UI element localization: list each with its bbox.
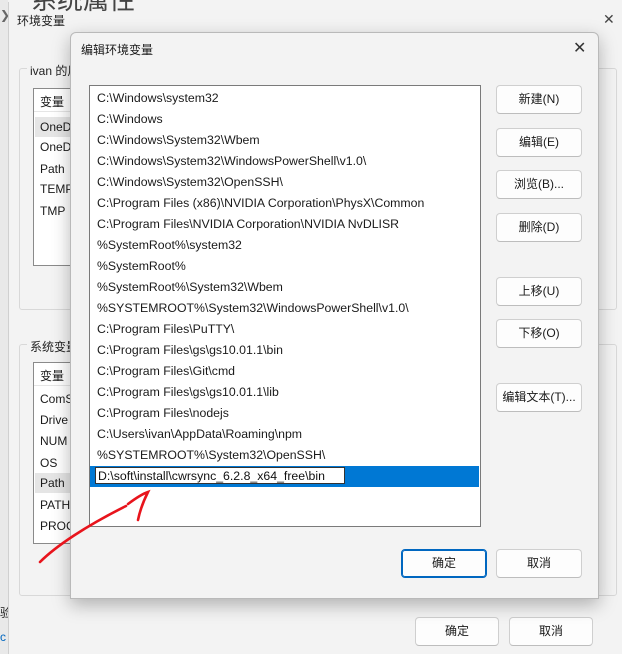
list-item[interactable]: %SystemRoot% (97, 256, 186, 277)
edit-button[interactable]: 编辑(E) (496, 128, 582, 157)
dialog-title: 编辑环境变量 (81, 43, 154, 57)
list-item[interactable]: C:\Users\ivan\AppData\Roaming\npm (97, 424, 302, 445)
list-item[interactable]: C:\Program Files\nodejs (97, 403, 229, 424)
left-cut-link[interactable]: c (0, 630, 6, 644)
list-item[interactable]: C:\Program Files\PuTTY\ (97, 319, 234, 340)
new-button[interactable]: 新建(N) (496, 85, 582, 114)
bg-ok-button[interactable]: 确定 (415, 617, 499, 646)
move-down-button[interactable]: 下移(O) (496, 319, 582, 348)
list-item[interactable]: C:\Program Files\Git\cmd (97, 361, 235, 382)
list-item[interactable]: C:\Program Files\gs\gs10.01.1\bin (97, 340, 283, 361)
list-item[interactable]: C:\Program Files (x86)\NVIDIA Corporatio… (97, 193, 424, 214)
list-item[interactable]: %SYSTEMROOT%\System32\WindowsPowerShell\… (97, 298, 409, 319)
list-item[interactable]: %SYSTEMROOT%\System32\OpenSSH\ (97, 445, 325, 466)
red-arrow-annotation (38, 489, 151, 564)
list-item[interactable]: C:\Windows\System32\Wbem (97, 130, 260, 151)
bg-cancel-button[interactable]: 取消 (509, 617, 593, 646)
move-up-button[interactable]: 上移(U) (496, 277, 582, 306)
list-item[interactable]: C:\Windows\System32\WindowsPowerShell\v1… (97, 151, 366, 172)
cancel-button[interactable]: 取消 (496, 549, 582, 578)
list-item[interactable]: C:\Windows\System32\OpenSSH\ (97, 172, 283, 193)
list-item[interactable]: C:\Program Files\NVIDIA Corporation\NVID… (97, 214, 399, 235)
delete-button[interactable]: 删除(D) (496, 213, 582, 242)
close-icon[interactable]: ✕ (603, 11, 615, 28)
window-title: 环境变量 (17, 14, 66, 28)
edit-text-button[interactable]: 编辑文本(T)... (496, 383, 582, 412)
ok-button[interactable]: 确定 (401, 549, 487, 578)
list-item[interactable]: C:\Windows (97, 109, 163, 130)
path-edit-input[interactable]: D:\soft\install\cwrsync_6.2.8_x64_free\b… (95, 467, 345, 484)
list-item[interactable]: C:\Windows\system32 (97, 88, 219, 109)
path-list[interactable]: C:\Windows\system32 C:\Windows C:\Window… (89, 85, 481, 527)
close-icon[interactable]: ✕ (573, 38, 586, 58)
list-item-editing[interactable]: D:\soft\install\cwrsync_6.2.8_x64_free\b… (90, 466, 479, 487)
list-item[interactable]: C:\Program Files\gs\gs10.01.1\lib (97, 382, 279, 403)
list-item[interactable]: %SystemRoot%\System32\Wbem (97, 277, 283, 298)
left-edge (0, 0, 8, 654)
list-item[interactable]: %SystemRoot%\system32 (97, 235, 242, 256)
browse-button[interactable]: 浏览(B)... (496, 170, 582, 199)
